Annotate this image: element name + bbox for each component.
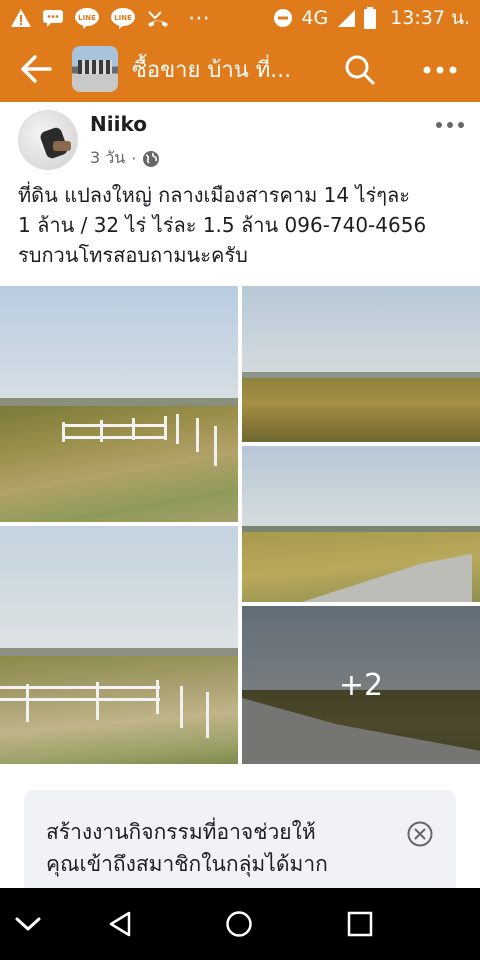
globe-icon	[143, 150, 160, 167]
dismiss-suggestion-button[interactable]	[404, 818, 436, 850]
post-text-line: รบกวนโทรสอบถามนะครับ	[18, 243, 248, 267]
line-icon: LINE	[110, 7, 136, 29]
post-meta: 3 วัน ·	[90, 146, 160, 171]
screen: LINE LINE ⋯ 4G 13:37 น. ซื้อขาย บ้าน ที่…	[0, 0, 480, 960]
post-photo[interactable]	[0, 526, 238, 764]
post-time[interactable]: 3 วัน	[90, 146, 125, 171]
system-nav-bar	[0, 888, 480, 960]
message-icon	[42, 8, 64, 28]
app-bar: ซื้อขาย บ้าน ที่...	[0, 36, 480, 102]
post-photo[interactable]	[242, 286, 480, 442]
hide-keyboard-button[interactable]	[6, 904, 50, 944]
back-button[interactable]	[0, 36, 72, 102]
home-circle-icon	[226, 911, 252, 937]
more-photos-count: +2	[338, 667, 384, 703]
more-icon	[436, 122, 464, 128]
back-triangle-icon	[109, 911, 131, 937]
battery-icon	[364, 7, 377, 29]
post-options-button[interactable]	[430, 110, 470, 140]
dnd-icon	[273, 8, 293, 28]
search-button[interactable]	[340, 50, 380, 90]
group-title[interactable]: ซื้อขาย บ้าน ที่...	[132, 52, 322, 87]
more-button[interactable]	[418, 50, 462, 90]
more-icon	[423, 66, 457, 74]
missed-call-icon	[146, 8, 170, 28]
post-photo[interactable]	[0, 286, 238, 522]
suggestion-text: สร้างงานกิจกรรมที่อาจช่วยให้ คุณเข้าถึงส…	[46, 816, 396, 880]
status-dots: ⋯	[188, 5, 210, 31]
nav-home-button[interactable]	[217, 904, 261, 944]
close-circle-icon	[407, 821, 433, 847]
post-photo[interactable]	[242, 446, 480, 602]
status-bar: LINE LINE ⋯ 4G 13:37 น.	[0, 0, 480, 36]
group-thumbnail[interactable]	[72, 46, 118, 92]
suggestion-text-line: คุณเข้าถึงสมาชิกในกลุ่มได้มาก	[46, 852, 328, 876]
author-name[interactable]: Niiko	[90, 112, 147, 136]
post-text-line: ที่ดิน แปลงใหญ่ กลางเมืองสารคาม 14 ไร่ๆล…	[18, 183, 410, 207]
recents-square-icon	[347, 911, 373, 937]
signal-icon	[336, 8, 356, 28]
more-photos-overlay[interactable]: +2	[242, 606, 480, 764]
status-left-icons: LINE LINE ⋯	[10, 6, 210, 31]
avatar[interactable]	[18, 110, 78, 170]
suggestion-text-line: สร้างงานกิจกรรมที่อาจช่วยให้	[46, 820, 316, 844]
meta-separator: ·	[131, 149, 137, 168]
post-text-line: 1 ล้าน / 32 ไร่ ไร่ละ 1.5 ล้าน 096-740-4…	[18, 213, 427, 237]
svg-text:LINE: LINE	[114, 14, 132, 22]
post-text: ที่ดิน แปลงใหญ่ กลางเมืองสารคาม 14 ไร่ๆล…	[18, 180, 468, 270]
nav-recents-button[interactable]	[338, 904, 382, 944]
post-header: Niiko 3 วัน ·	[0, 102, 480, 176]
photo-grid: +2	[0, 286, 480, 764]
chevron-down-icon	[15, 917, 41, 931]
search-icon	[345, 55, 375, 85]
network-label: 4G	[301, 7, 329, 29]
nav-back-button[interactable]	[98, 904, 142, 944]
post-photo[interactable]: +2	[242, 606, 480, 764]
status-right-icons: 4G 13:37 น.	[273, 3, 470, 33]
clock: 13:37 น.	[390, 7, 470, 29]
warning-icon	[10, 8, 32, 28]
svg-text:LINE: LINE	[78, 14, 96, 22]
back-arrow-icon	[21, 55, 52, 83]
line-icon: LINE	[74, 7, 100, 29]
